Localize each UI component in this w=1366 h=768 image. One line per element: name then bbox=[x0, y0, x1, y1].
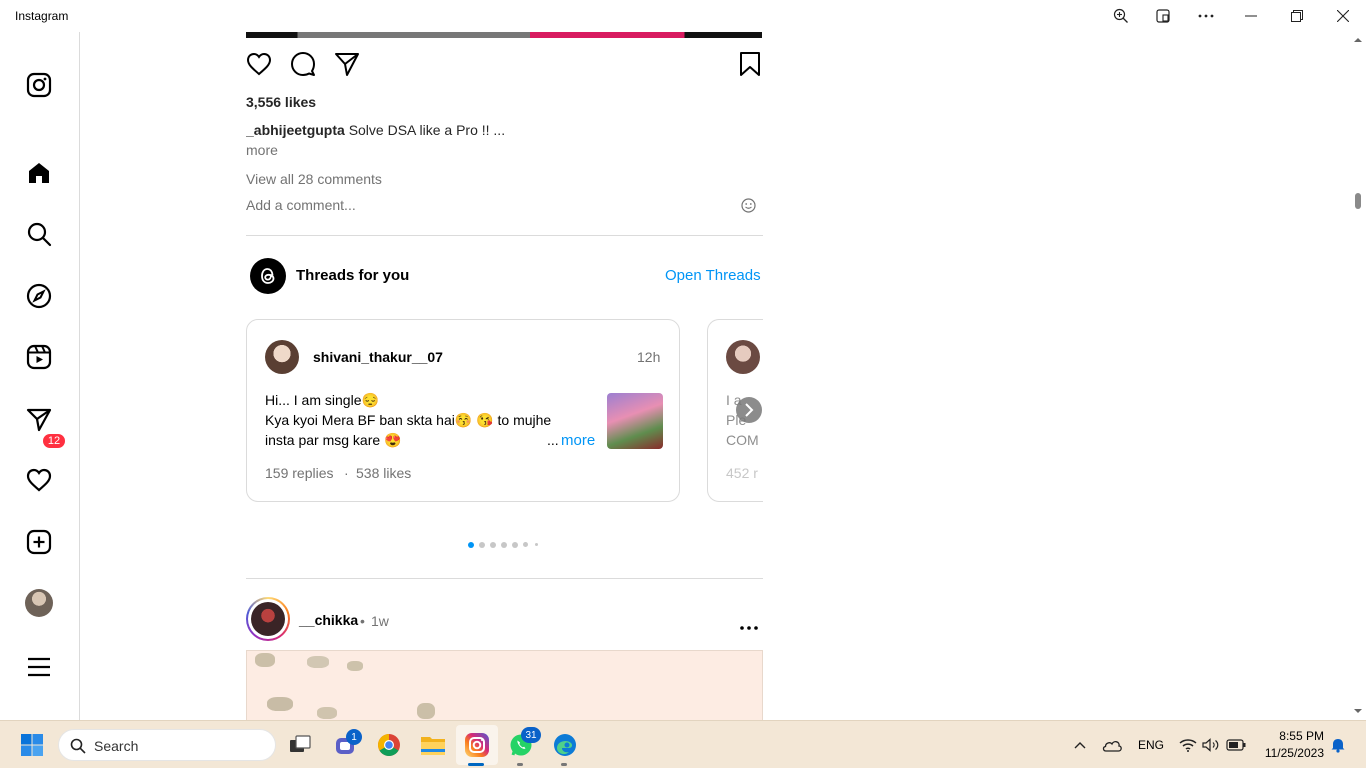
thread-likes[interactable]: 538 likes bbox=[356, 465, 411, 481]
post-dot-separator: • bbox=[360, 613, 365, 629]
zoom-icon[interactable] bbox=[1099, 0, 1143, 32]
thread-stats: 452 r bbox=[726, 465, 758, 481]
explore-icon[interactable] bbox=[22, 279, 56, 313]
thread-text-line2: Kya kyoi Mera BF ban skta hai😚 😘 to mujh… bbox=[265, 412, 552, 428]
thread-avatar[interactable] bbox=[265, 340, 299, 374]
clock-time[interactable]: 8:55 PM bbox=[1258, 729, 1324, 743]
notification-bell-icon[interactable] bbox=[1324, 731, 1352, 759]
file-explorer-icon[interactable] bbox=[419, 731, 447, 759]
threads-logo-icon bbox=[250, 258, 286, 299]
carousel-dot bbox=[501, 542, 507, 548]
volume-icon[interactable] bbox=[1197, 731, 1225, 759]
thread-time: 12h bbox=[637, 349, 661, 365]
like-icon[interactable] bbox=[246, 51, 272, 82]
thread-image[interactable] bbox=[607, 393, 663, 449]
carousel-dot bbox=[490, 542, 496, 548]
minimize-button[interactable] bbox=[1229, 0, 1273, 32]
scroll-down-icon bbox=[1354, 709, 1362, 713]
language-indicator[interactable]: ENG bbox=[1138, 738, 1164, 752]
caption-more-link[interactable]: more bbox=[246, 142, 278, 158]
story-ring[interactable] bbox=[246, 597, 290, 641]
carousel-dot bbox=[535, 543, 538, 546]
reels-icon[interactable] bbox=[22, 340, 56, 374]
post-author-username[interactable]: __chikka bbox=[299, 612, 358, 628]
window-title: Instagram bbox=[15, 9, 69, 23]
home-icon[interactable] bbox=[22, 156, 56, 190]
post-media[interactable] bbox=[246, 32, 762, 38]
close-button[interactable] bbox=[1321, 0, 1365, 32]
thread-replies[interactable]: 159 replies bbox=[265, 465, 334, 481]
sidebar: 12 bbox=[0, 32, 80, 720]
menu-icon[interactable] bbox=[22, 650, 56, 684]
view-comments-link[interactable]: View all 28 comments bbox=[246, 171, 382, 187]
thread-text-line3: insta par msg kare 😍 bbox=[265, 432, 402, 448]
instagram-logo-icon[interactable] bbox=[22, 68, 56, 102]
search-icon bbox=[70, 738, 86, 754]
save-icon[interactable] bbox=[739, 51, 761, 82]
divider bbox=[246, 235, 763, 236]
search-icon[interactable] bbox=[22, 217, 56, 251]
thread-card[interactable]: shivani_thakur__07 12h Hi... I am single… bbox=[246, 319, 680, 502]
threads-section-title: Threads for you bbox=[296, 267, 410, 284]
carousel-dot bbox=[512, 542, 518, 548]
post-time: 1w bbox=[371, 613, 389, 629]
more-options-icon[interactable] bbox=[1184, 0, 1228, 32]
windows-start-icon[interactable] bbox=[18, 731, 46, 759]
app-options-icon[interactable] bbox=[1141, 0, 1185, 32]
open-threads-link[interactable]: Open Threads bbox=[665, 267, 761, 284]
thread-ellipsis: ... bbox=[547, 432, 559, 448]
chevron-up-icon[interactable] bbox=[1066, 731, 1094, 759]
divider bbox=[246, 578, 763, 579]
whatsapp-badge: 31 bbox=[521, 727, 541, 743]
carousel-next-button[interactable] bbox=[736, 397, 762, 423]
messages-badge: 12 bbox=[41, 432, 67, 450]
profile-avatar[interactable] bbox=[22, 586, 56, 620]
add-comment-input[interactable]: Add a comment... bbox=[246, 197, 356, 213]
thread-more-link[interactable]: more bbox=[561, 432, 595, 449]
scrollbar-thumb[interactable] bbox=[1355, 193, 1361, 209]
thread-text-line3: COM bbox=[726, 432, 759, 448]
post-actions bbox=[246, 51, 763, 79]
notifications-icon[interactable] bbox=[22, 463, 56, 497]
emoji-icon[interactable] bbox=[741, 198, 756, 218]
taskbar-search[interactable]: Search bbox=[58, 729, 276, 761]
carousel-dot bbox=[479, 542, 485, 548]
post-author-avatar[interactable] bbox=[251, 602, 285, 636]
feed: 3,556 likes _abhijeetgupta Solve DSA lik… bbox=[246, 32, 763, 720]
title-bar: Instagram bbox=[0, 0, 1366, 32]
post-more-options-icon[interactable] bbox=[740, 617, 758, 635]
restore-button[interactable] bbox=[1275, 0, 1319, 32]
teams-badge: 1 bbox=[346, 729, 362, 745]
taskbar: Search 1 31 ENG 8:55 PM 11/25/2023 bbox=[0, 720, 1366, 768]
scroll-up-icon bbox=[1354, 38, 1362, 42]
clock-date[interactable]: 11/25/2023 bbox=[1258, 746, 1324, 760]
comment-icon[interactable] bbox=[290, 51, 316, 82]
running-indicator bbox=[517, 763, 523, 766]
chevron-right-icon bbox=[745, 403, 754, 417]
carousel-dot-active bbox=[468, 542, 474, 548]
thread-text-line1: Hi... I am single😔 bbox=[265, 392, 379, 408]
thread-avatar[interactable] bbox=[726, 340, 760, 374]
onedrive-icon[interactable] bbox=[1098, 731, 1126, 759]
running-indicator bbox=[561, 763, 567, 766]
caption-text: Solve DSA like a Pro !! ... bbox=[348, 122, 506, 138]
create-icon[interactable] bbox=[22, 525, 56, 559]
post-caption: _abhijeetgupta Solve DSA like a Pro !! .… bbox=[246, 122, 505, 138]
search-placeholder: Search bbox=[94, 738, 139, 754]
scrollbar[interactable] bbox=[1350, 32, 1366, 720]
caption-username[interactable]: _abhijeetgupta bbox=[246, 122, 345, 138]
thread-stats-separator: · bbox=[344, 465, 349, 481]
task-view-icon[interactable] bbox=[286, 731, 314, 759]
post-image[interactable] bbox=[246, 650, 763, 720]
likes-count[interactable]: 3,556 likes bbox=[246, 94, 316, 110]
thread-username[interactable]: shivani_thakur__07 bbox=[313, 349, 443, 365]
battery-icon[interactable] bbox=[1222, 731, 1250, 759]
chrome-icon[interactable] bbox=[375, 731, 403, 759]
messages-icon[interactable] bbox=[22, 402, 56, 436]
share-icon[interactable] bbox=[334, 51, 360, 82]
instagram-taskbar-icon[interactable] bbox=[463, 731, 491, 759]
carousel-dot bbox=[523, 542, 528, 547]
edge-icon[interactable] bbox=[551, 731, 579, 759]
active-indicator bbox=[468, 763, 484, 766]
